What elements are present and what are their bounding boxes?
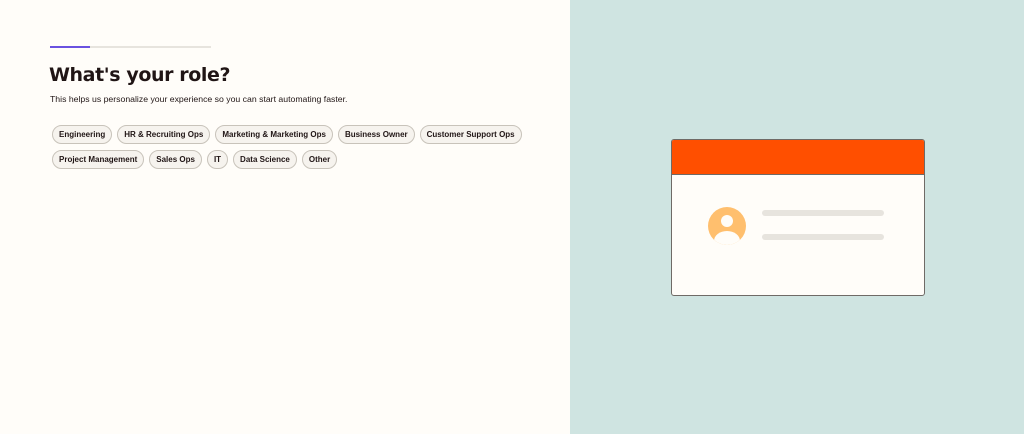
onboarding-form-panel: What's your role? This helps us personal… [0,0,570,434]
profile-card-header [672,140,924,175]
role-chip-other[interactable]: Other [301,150,338,169]
user-avatar-icon [708,207,746,245]
role-chip-project-management[interactable]: Project Management [52,150,145,169]
role-chip-data-science[interactable]: Data Science [233,150,297,169]
avatar-head-shape [721,215,733,227]
avatar-body-shape [714,231,740,245]
page-title: What's your role? [49,64,231,86]
placeholder-line-2 [762,234,884,240]
role-chip-business-owner[interactable]: Business Owner [337,125,415,144]
progress-bar-fill [50,46,91,48]
page-subtitle: This helps us personalize your experienc… [50,94,348,104]
role-chip-engineering[interactable]: Engineering [52,125,113,144]
role-chip-it[interactable]: IT [206,150,229,169]
role-chip-customer-support-ops[interactable]: Customer Support Ops [419,125,522,144]
role-chip-marketing-ops[interactable]: Marketing & Marketing Ops [215,125,333,144]
role-chip-hr-recruiting-ops[interactable]: HR & Recruiting Ops [117,125,211,144]
illustration-panel [570,0,1024,434]
role-chip-sales-ops[interactable]: Sales Ops [149,150,202,169]
profile-card-illustration [671,139,925,296]
placeholder-line-1 [762,210,884,216]
role-options: Engineering HR & Recruiting Ops Marketin… [52,125,522,169]
progress-bar [50,46,211,48]
